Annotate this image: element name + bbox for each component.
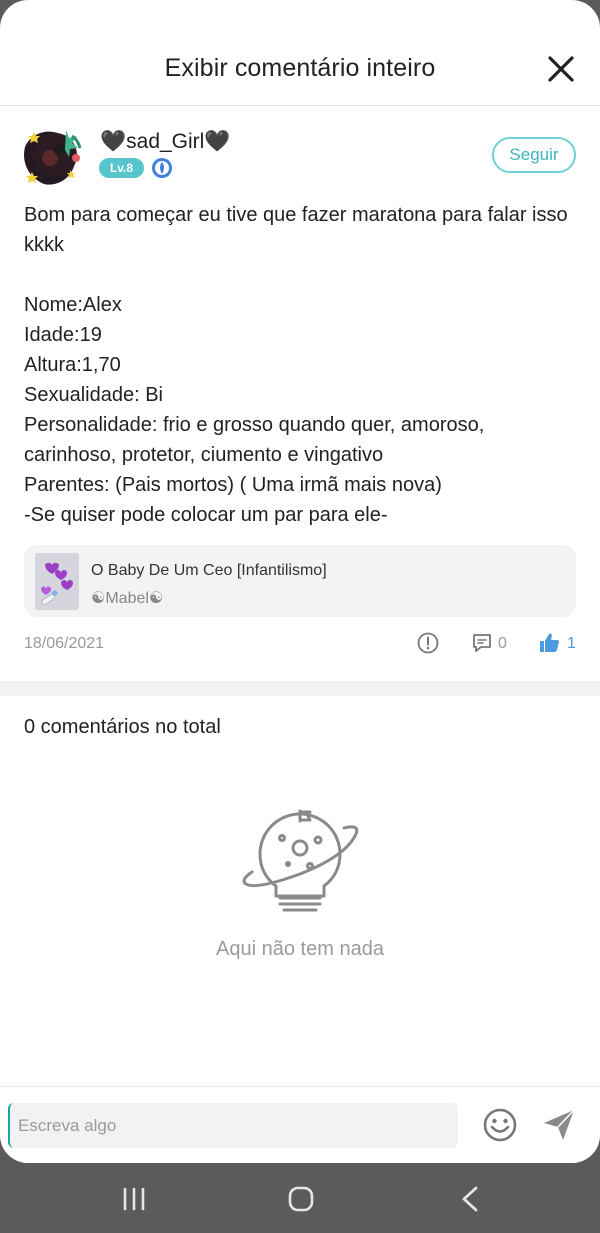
linked-post-card[interactable]: O Baby De Um Ceo [Infantilismo] ☯Mabel☯: [24, 545, 576, 617]
level-badge: Lv.8: [99, 158, 144, 178]
comment-author: 🖤sad_Girl🖤 Lv.8 Seguir: [24, 124, 576, 188]
home-icon[interactable]: [288, 1186, 314, 1212]
system-navbar: [0, 1163, 600, 1233]
comment-count: 0: [498, 635, 507, 652]
comment-input[interactable]: [8, 1103, 458, 1148]
comment-sheet: Exibir comentário inteiro 🖤sad_Girl🖤 Lv.…: [0, 0, 600, 1163]
empty-state-text: Aqui não tem nada: [216, 938, 384, 960]
role-badge-icon: [151, 157, 173, 179]
thumbs-up-icon[interactable]: [538, 631, 562, 655]
header: Exibir comentário inteiro: [0, 0, 600, 106]
comment-composer: [0, 1086, 600, 1163]
emoji-icon[interactable]: [482, 1107, 518, 1143]
linked-post-thumbnail: [35, 553, 79, 610]
comment-icon[interactable]: [471, 632, 493, 654]
comment-date: 18/06/2021: [24, 635, 105, 652]
comment-meta: 18/06/2021 0 1: [24, 630, 576, 660]
report-icon[interactable]: [417, 632, 439, 654]
avatar[interactable]: [24, 124, 86, 186]
close-icon: [548, 56, 574, 82]
recent-apps-icon[interactable]: [121, 1187, 147, 1211]
author-name[interactable]: 🖤sad_Girl🖤: [100, 130, 231, 154]
linked-post-author: ☯Mabel☯: [91, 590, 164, 607]
close-button[interactable]: [544, 52, 578, 86]
page-title: Exibir comentário inteiro: [164, 54, 436, 82]
empty-planet-bulb-icon: [240, 808, 360, 923]
linked-post-title: O Baby De Um Ceo [Infantilismo]: [91, 562, 327, 579]
follow-button[interactable]: Seguir: [492, 137, 576, 173]
send-icon[interactable]: [541, 1107, 577, 1143]
comment-body: Bom para começar eu tive que fazer marat…: [24, 204, 568, 526]
like-count: 1: [567, 635, 576, 652]
back-icon[interactable]: [460, 1186, 480, 1212]
avatar-frame-icon: [26, 130, 82, 183]
comments-total: 0 comentários no total: [24, 716, 221, 738]
section-divider: [0, 681, 600, 696]
